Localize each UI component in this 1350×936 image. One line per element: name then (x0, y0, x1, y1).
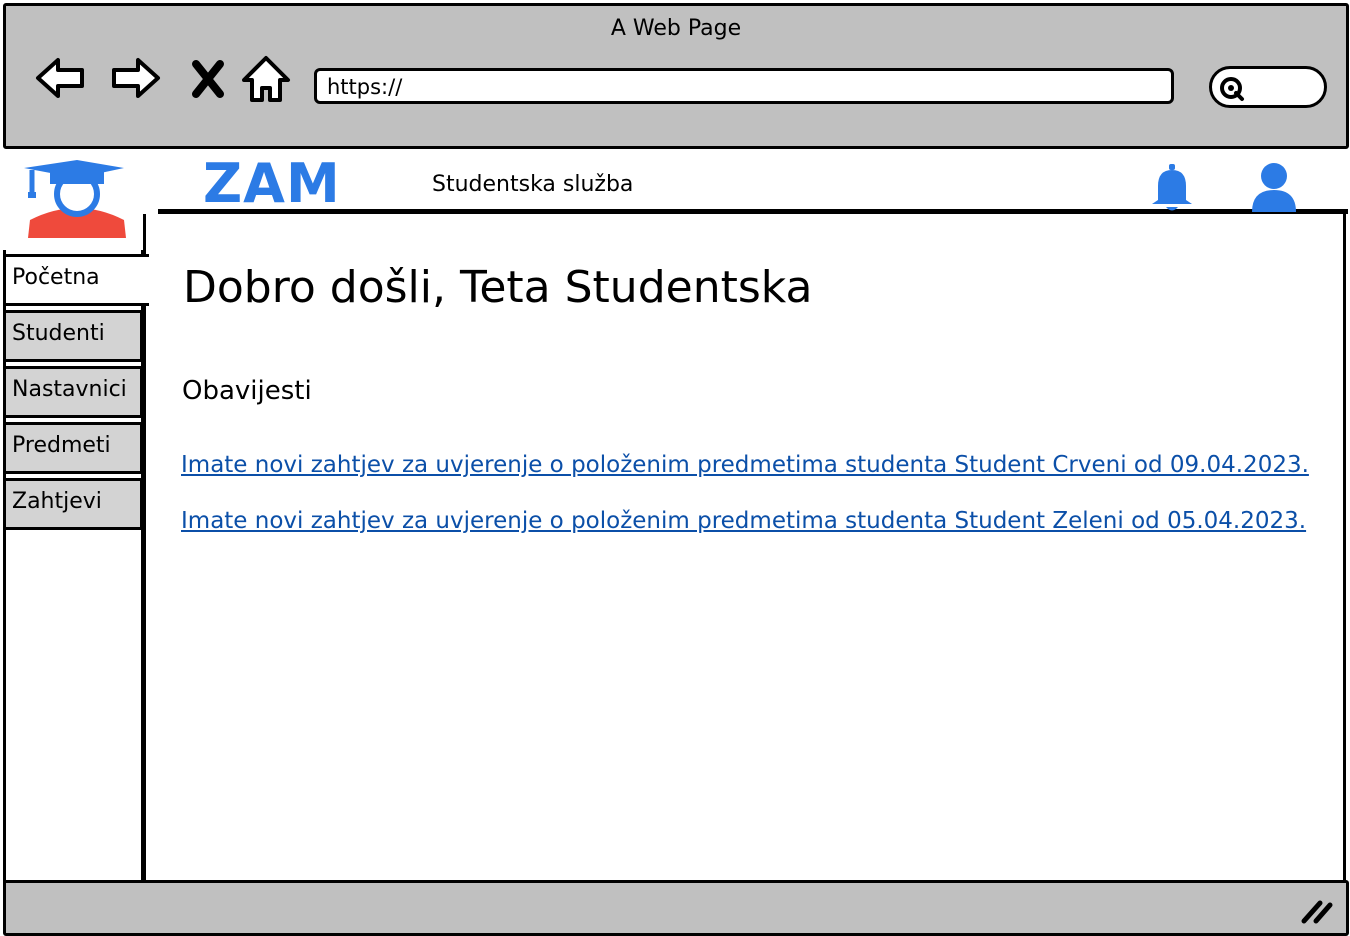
brand-logo-text[interactable]: ZAM (203, 152, 341, 215)
sidebar-item-zahtjevi[interactable]: Zahtjevi (3, 478, 143, 530)
notifications-heading: Obavijesti (182, 376, 312, 406)
app-subtitle: Studentska služba (432, 172, 634, 197)
app-window: A Web Page https:// ZAM Studentska služb… (0, 0, 1350, 936)
window-title: A Web Page (610, 16, 742, 41)
sidebar-item-predmeti[interactable]: Predmeti (3, 422, 143, 474)
home-icon[interactable] (238, 50, 294, 106)
search-icon (1220, 77, 1244, 101)
browser-toolbar: A Web Page https:// (3, 3, 1349, 149)
user-profile-icon[interactable] (1248, 160, 1300, 214)
url-input[interactable]: https:// (314, 68, 1174, 104)
browser-search-field[interactable] (1209, 66, 1327, 108)
sidebar-item-pocetna[interactable]: Početna (3, 254, 149, 306)
notification-link[interactable]: Imate novi zahtjev za uvjerenje o polože… (181, 508, 1306, 534)
forward-arrow-icon[interactable] (108, 50, 164, 106)
back-arrow-icon[interactable] (32, 50, 88, 106)
sidebar-item-studenti[interactable]: Studenti (3, 310, 143, 362)
notification-link[interactable]: Imate novi zahtjev za uvjerenje o polože… (181, 452, 1309, 478)
sidebar-item-nastavnici[interactable]: Nastavnici (3, 366, 143, 418)
page-title: Dobro došli, Teta Studentska (183, 262, 813, 313)
graduate-avatar-logo (24, 160, 126, 238)
resize-grip-icon[interactable] (1300, 897, 1334, 925)
notification-bell-icon[interactable] (1148, 162, 1196, 214)
main-content-panel (143, 214, 1346, 884)
close-icon[interactable] (186, 50, 230, 106)
status-bar (3, 880, 1349, 936)
